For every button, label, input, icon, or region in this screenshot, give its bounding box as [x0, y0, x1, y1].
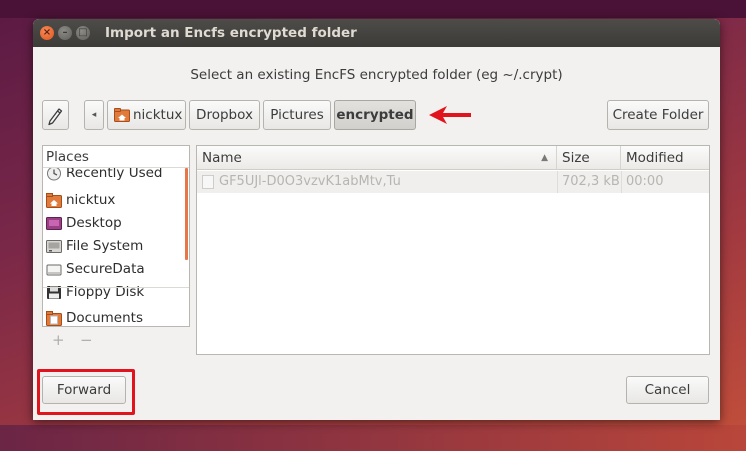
minimize-icon: – [62, 27, 68, 38]
home-folder-icon [46, 193, 62, 208]
places-header: Places [43, 146, 189, 168]
titlebar: × – □ Import an Encfs encrypted folder [33, 19, 720, 47]
place-securedata[interactable]: SecureData [43, 258, 189, 281]
place-desktop[interactable]: Desktop [43, 212, 189, 235]
column-divider [621, 171, 622, 193]
breadcrumb-label: encrypted [336, 107, 414, 123]
places-scrollbar[interactable] [185, 168, 188, 260]
minimize-window-button[interactable]: – [58, 26, 72, 40]
close-icon: × [42, 27, 52, 38]
type-location-button[interactable] [42, 100, 69, 130]
file-icon [202, 175, 214, 189]
file-modified: 00:00 [626, 174, 664, 189]
column-header-size[interactable]: Size [557, 146, 621, 170]
breadcrumb-nicktux[interactable]: nicktux [107, 100, 186, 130]
file-name: GF5UJl-D0O3vzvK1abMtv,Tu [219, 174, 401, 189]
remove-bookmark-button[interactable]: − [80, 331, 93, 349]
window-title: Import an Encfs encrypted folder [105, 25, 357, 41]
file-size: 702,3 kB [562, 174, 620, 189]
sort-ascending-icon: ▲ [541, 153, 548, 163]
breadcrumb-encrypted[interactable]: encrypted [334, 100, 416, 130]
place-label: Desktop [66, 215, 122, 231]
chevron-left-icon: ◂ [91, 110, 97, 120]
import-dialog: × – □ Import an Encfs encrypted folder S… [33, 19, 720, 420]
column-header-label: Name [202, 150, 242, 166]
red-highlight-annotation [37, 369, 135, 415]
file-row[interactable]: GF5UJl-D0O3vzvK1abMtv,Tu 702,3 kB 00:00 [197, 171, 709, 193]
place-documents[interactable]: Documents [43, 307, 189, 326]
breadcrumb-label: Pictures [270, 107, 324, 123]
breadcrumb-label: nicktux [133, 107, 183, 123]
create-folder-button[interactable]: Create Folder [607, 100, 709, 130]
maximize-window-button[interactable]: □ [76, 26, 90, 40]
column-header-name[interactable]: Name ▲ [197, 146, 557, 170]
file-list: Name ▲ Size Modified GF5UJl-D0O3vzvK1abM… [196, 145, 710, 355]
places-separator [43, 287, 189, 288]
home-folder-icon [114, 108, 130, 122]
prompt-text: Select an existing EncFS encrypted folde… [190, 67, 563, 83]
place-floppy-disk[interactable]: Floppy Disk [43, 281, 189, 304]
red-arrow-annotation-icon [429, 106, 471, 124]
path-back-button[interactable]: ◂ [84, 100, 104, 130]
harddisk-icon [46, 240, 62, 253]
column-header-modified[interactable]: Modified [621, 146, 709, 170]
place-label: SecureData [66, 261, 145, 277]
desktop-top-bar [0, 0, 746, 18]
place-label: Documents [66, 310, 143, 326]
place-label: File System [66, 238, 144, 254]
breadcrumb-dropbox[interactable]: Dropbox [189, 100, 260, 130]
places-sidebar: Places Recently Used nicktux Desktop Fil… [42, 145, 190, 327]
breadcrumb-pictures[interactable]: Pictures [263, 100, 331, 130]
place-label: nicktux [66, 192, 116, 208]
column-divider [557, 171, 558, 193]
close-window-button[interactable]: × [40, 26, 54, 40]
place-file-system[interactable]: File System [43, 235, 189, 258]
column-header-label: Modified [626, 150, 684, 166]
desktop-icon [46, 217, 62, 230]
clock-icon [47, 166, 61, 181]
breadcrumb-label: Dropbox [196, 107, 253, 123]
pencil-icon [48, 108, 63, 126]
drive-icon [46, 264, 62, 276]
place-nicktux[interactable]: nicktux [43, 189, 189, 212]
cancel-button[interactable]: Cancel [626, 376, 709, 404]
documents-folder-icon [46, 311, 62, 326]
maximize-icon: □ [78, 27, 88, 38]
column-header-label: Size [562, 150, 590, 166]
desktop-background [0, 425, 746, 451]
add-bookmark-button[interactable]: + [52, 331, 65, 349]
